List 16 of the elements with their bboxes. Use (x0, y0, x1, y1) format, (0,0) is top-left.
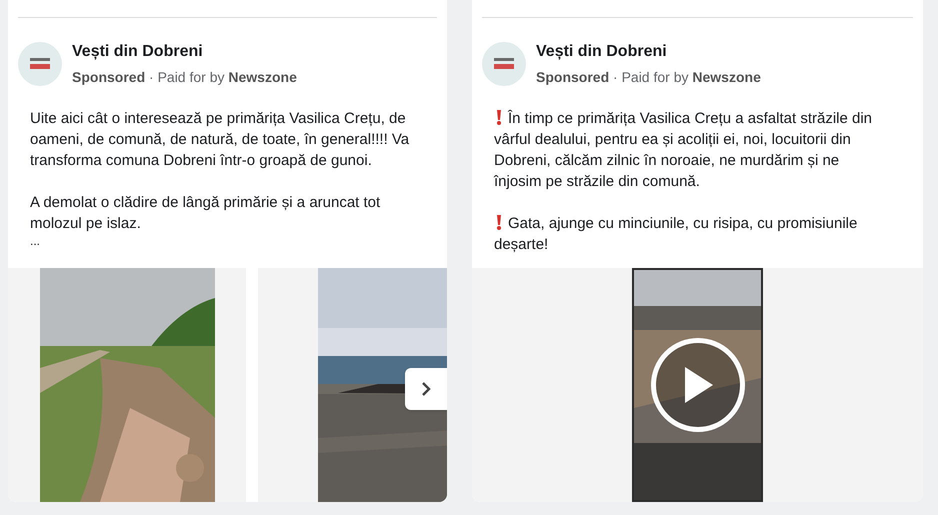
sponsored-byline: Sponsored · Paid for by Newszone (72, 68, 297, 87)
chevron-right-icon (421, 381, 431, 397)
ellipsis-text: ... (30, 234, 42, 248)
post-paragraph: Uite aici cât o interesează pe primărița Vasilica Crețu, de oameni, de comună, de natură, de toate, în general!!!! Va transforma comuna Dobreni într-o groapă de gunoi. (30, 109, 410, 171)
post-paragraph: A demolat o clădire de lângă primărie și a aruncat tot molozul pe islaz. (30, 193, 382, 234)
page-name[interactable]: Vești din Dobreni (536, 40, 761, 64)
sponsored-byline: Sponsored · Paid for by Newszone (536, 68, 761, 87)
post-paragraph: În timp ce primărița Vasilica Crețu a asfaltat străzile din vârful dealului, pentru ea și acoliții ei, noi, locuitorii din Dobreni, călcăm zilnic în noroaie, ne murdărim și ne înjosim pe străzile din comună. (494, 108, 874, 192)
post-paragraph: Gata, ajunge cu minciunile, cu risipa, cu promisiunile deșarte! (494, 214, 858, 255)
exclamation-icon (496, 110, 502, 125)
page-name[interactable]: Vești din Dobreni (72, 40, 297, 64)
logo-icon (482, 42, 526, 86)
logo-icon (18, 42, 62, 86)
carousel-tile[interactable] (8, 268, 246, 502)
exclamation-icon (496, 215, 502, 230)
next-button[interactable] (405, 368, 447, 410)
